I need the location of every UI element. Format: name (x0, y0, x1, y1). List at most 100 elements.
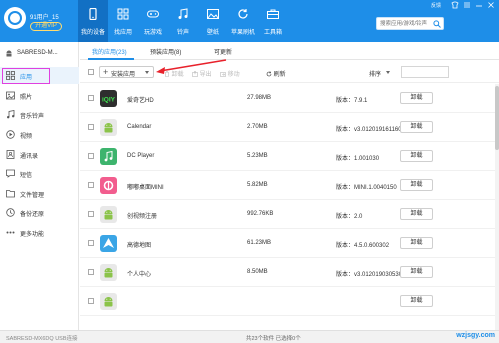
app-size: 5.82MB (247, 182, 268, 188)
sms-icon (6, 169, 15, 178)
nav-toolbox[interactable]: 工具箱 (258, 0, 288, 42)
sidebar-item-label: 短信 (20, 173, 33, 179)
uninstall-button[interactable]: 卸载 (400, 121, 433, 133)
toolbox-icon (267, 8, 279, 20)
refresh-icon (266, 71, 272, 77)
device-selector[interactable]: SABRESD-M... (0, 46, 79, 60)
nav-wallpaper[interactable]: 壁纸 (198, 0, 228, 42)
watermark: wzjsgy.com (456, 332, 495, 339)
refresh-icon (237, 8, 249, 20)
app-list: iQIY 爱奇艺HD 27.98MB 版本：7.9.1 卸载 Calendar 2.70MB… (80, 84, 499, 330)
app-row[interactable]: iQIY 爱奇艺HD 27.98MB 版本：7.9.1 卸载 (80, 84, 499, 113)
install-app-button[interactable]: + 安装应用 (99, 66, 154, 78)
sidebar-item-files[interactable]: 文件管理 (0, 185, 79, 202)
nav-my-device[interactable]: 我的设备 (78, 0, 108, 42)
contacts-icon (6, 150, 15, 159)
filter-box[interactable] (401, 66, 449, 78)
sort-dropdown[interactable]: 排序 (369, 69, 381, 78)
uninstall-selected-button[interactable]: 卸载 (164, 69, 184, 78)
user-name[interactable]: 91用户_15 (30, 12, 59, 21)
uninstall-button[interactable]: 卸载 (400, 237, 433, 249)
toolbar: + 安装应用 卸载 导出 移动 刷新 排序 (80, 61, 499, 83)
sidebar-item-backup[interactable]: 备份还原 (0, 204, 79, 221)
sidebar-item-more[interactable]: 更多功能 (0, 224, 79, 241)
scrollbar[interactable] (495, 84, 499, 330)
filter-input[interactable] (402, 67, 446, 77)
sidebar-item-video[interactable]: 视频 (0, 126, 79, 143)
app-row[interactable]: 创视频注册 992.76KB 版本：2.0 卸载 (80, 200, 499, 229)
sidebar-item-label: 更多功能 (20, 232, 45, 238)
select-all-checkbox[interactable] (88, 69, 94, 75)
app-version: 版本：4.5.0.600302 (336, 243, 390, 249)
folder-icon (6, 189, 15, 198)
move-button[interactable]: 移动 (220, 69, 240, 78)
app-row[interactable]: 嘟嘟桌面MINI 5.82MB 版本：MINI.1.0040150 卸载 (80, 171, 499, 200)
move-label: 移动 (227, 72, 240, 78)
more-icon (6, 228, 15, 237)
tab-preinstalled[interactable]: 预装应用(8) (150, 47, 181, 56)
nav-ringtones[interactable]: 铃声 (168, 0, 198, 42)
uninstall-button[interactable]: 卸载 (400, 92, 433, 104)
app-row[interactable]: 卸载 (80, 287, 499, 316)
search-icon[interactable] (433, 20, 441, 28)
sidebar-item-label: 照片 (20, 95, 33, 101)
scroll-thumb[interactable] (495, 86, 499, 150)
sidebar-item-music[interactable]: 音乐铃声 (0, 106, 79, 123)
nav-label: 玩游戏 (143, 30, 162, 36)
wallpaper-icon (207, 8, 219, 20)
tab-my-apps[interactable]: 我的应用(23) (92, 47, 127, 56)
sidebar-item-apps[interactable]: 应用 (0, 67, 79, 84)
row-checkbox[interactable] (88, 269, 94, 275)
skin-icon[interactable] (451, 1, 459, 9)
app-row[interactable]: 高德地图 61.23MB 版本：4.5.0.600302 卸载 (80, 229, 499, 258)
app-version: 版本：7.9.1 (336, 98, 368, 104)
sidebar-item-sms[interactable]: 短信 (0, 165, 79, 182)
row-checkbox[interactable] (88, 153, 94, 159)
row-checkbox[interactable] (88, 95, 94, 101)
sidebar-item-photos[interactable]: 照片 (0, 87, 79, 104)
sidebar-item-label: 视频 (20, 134, 33, 140)
search-input[interactable] (377, 18, 433, 29)
row-checkbox[interactable] (88, 298, 94, 304)
app-row[interactable]: DC Player 5.23MB 版本：1.001030 卸载 (80, 142, 499, 171)
feedback-link[interactable]: 反馈 (431, 2, 441, 9)
plus-icon: + (103, 67, 109, 77)
phone-icon (87, 8, 99, 20)
search-box[interactable] (376, 17, 444, 30)
row-checkbox[interactable] (88, 240, 94, 246)
tab-updates[interactable]: 可更新 (214, 47, 232, 56)
uninstall-button[interactable]: 卸载 (400, 208, 433, 220)
main-panel: 我的应用(23) 预装应用(8) 可更新 + 安装应用 卸载 导出 移动 刷新 … (80, 42, 499, 330)
refresh-button[interactable]: 刷新 (266, 69, 286, 78)
minimize-icon[interactable] (475, 1, 483, 9)
video-icon (6, 130, 15, 139)
row-checkbox[interactable] (88, 124, 94, 130)
uninstall-button[interactable]: 卸载 (400, 295, 433, 307)
row-checkbox[interactable] (88, 182, 94, 188)
nav-ios-flash[interactable]: 苹果刷机 (228, 0, 258, 42)
nav-label: 我的设备 (80, 30, 105, 36)
active-tab-indicator (88, 58, 134, 60)
sidebar-item-contacts[interactable]: 通讯录 (0, 146, 79, 163)
device-name: SABRESD-M... (17, 50, 58, 56)
music-player-icon (100, 148, 117, 165)
export-button[interactable]: 导出 (192, 69, 212, 78)
app-size: 61.23MB (247, 240, 272, 246)
app-name: 爱奇艺HD (127, 98, 154, 104)
nav-games[interactable]: 玩游戏 (138, 0, 168, 42)
export-label: 导出 (199, 72, 212, 78)
close-icon[interactable] (487, 1, 495, 9)
android-icon (100, 293, 117, 310)
row-checkbox[interactable] (88, 211, 94, 217)
app-row[interactable]: 个人中心 8.50MB 版本：v3.0120190305301 卸载 (80, 258, 499, 287)
app-name: 创视频注册 (127, 214, 158, 220)
app-version: 版本：2.0 (336, 214, 363, 220)
nav-find-apps[interactable]: 找应用 (108, 0, 138, 42)
app-row[interactable]: Calendar 2.70MB 版本：v3.0120191611601 卸载 (80, 113, 499, 142)
app-version: 版本：MINI.1.0040150 (336, 185, 397, 191)
vip-button[interactable]: 开通VIP (30, 22, 62, 31)
menu-icon[interactable] (463, 1, 471, 9)
uninstall-button[interactable]: 卸载 (400, 150, 433, 162)
uninstall-button[interactable]: 卸载 (400, 266, 433, 278)
uninstall-button[interactable]: 卸载 (400, 179, 433, 191)
